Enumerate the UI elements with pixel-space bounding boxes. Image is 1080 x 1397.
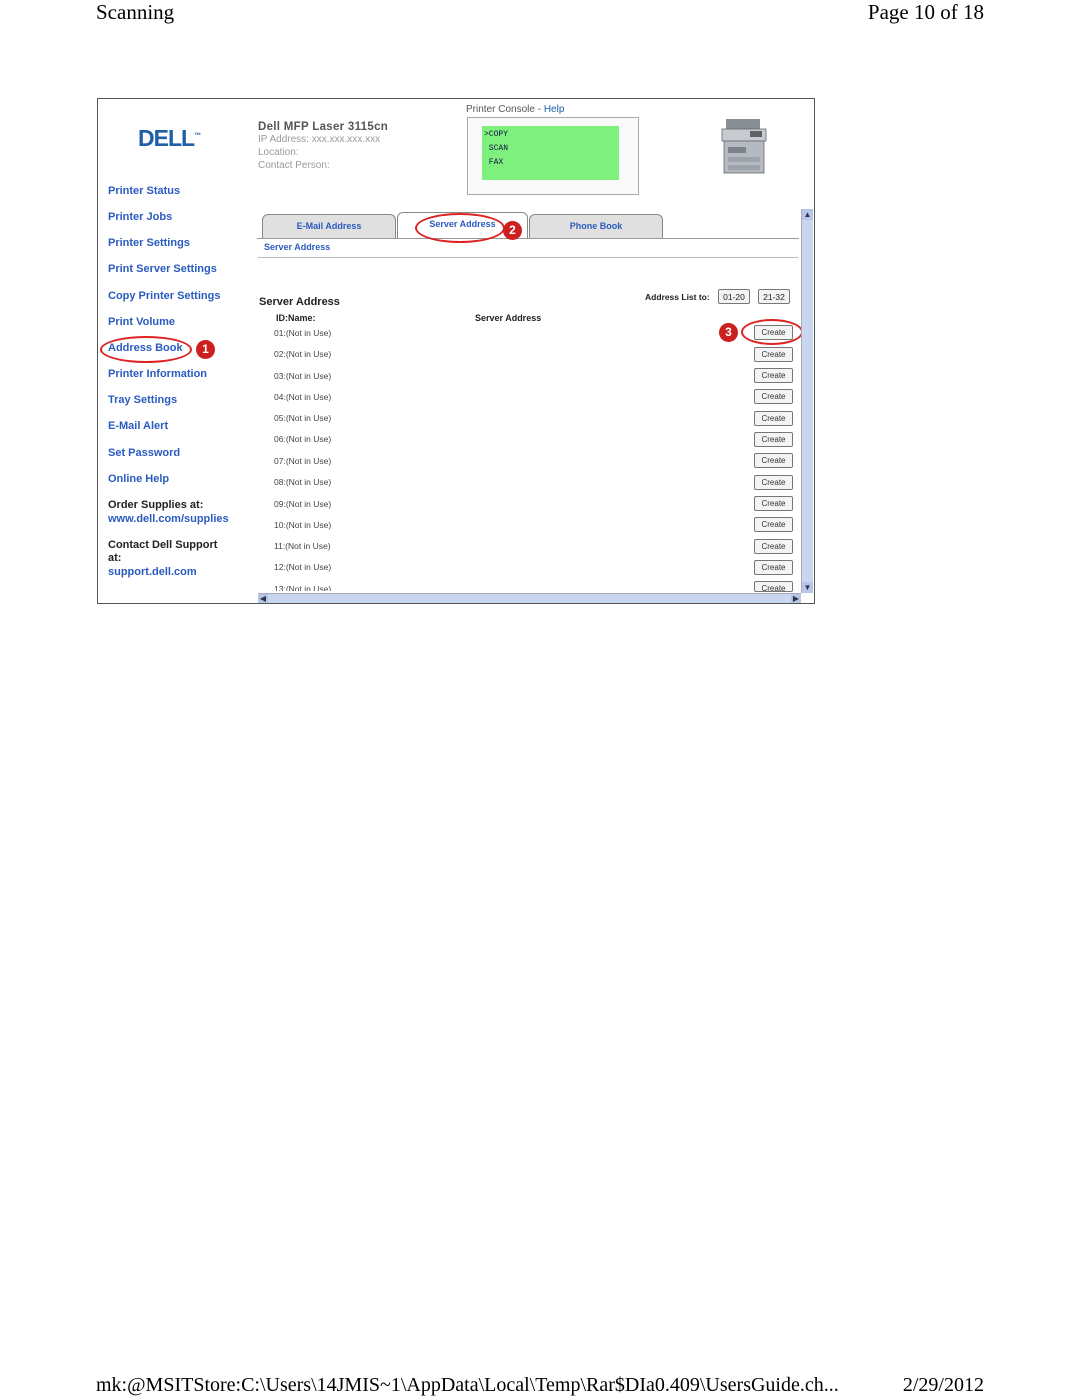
console-lcd: >COPY SCAN FAX [482,126,619,180]
tab-divider [257,238,799,239]
scroll-down-icon[interactable]: ▼ [802,582,813,593]
create-button[interactable]: Create [754,496,793,511]
help-link[interactable]: Help [544,104,565,115]
order-supplies-link[interactable]: www.dell.com/supplies [108,513,229,525]
printer-icon [721,119,767,174]
create-button[interactable]: Create [754,539,793,554]
device-ip: IP Address: xxx.xxx.xxx.xxx [258,134,381,145]
table-row-name: 07:(Not in Use) [274,456,332,466]
table-row-name: 10:(Not in Use) [274,520,332,530]
page-header-title: Scanning [96,0,175,24]
device-location: Location: [258,147,299,158]
dell-logo: DELL™ [138,125,201,151]
table-row-name: 08:(Not in Use) [274,477,332,487]
callout-badge-3: 3 [719,323,738,342]
tab-phone-book[interactable]: Phone Book [529,214,663,238]
table-row-name: 09:(Not in Use) [274,499,332,509]
callout-badge-1: 1 [196,340,215,359]
device-model: Dell MFP Laser 3115cn [258,121,389,133]
horizontal-scrollbar[interactable]: ◀ ▶ [258,593,801,603]
table-row-name: 03:(Not in Use) [274,371,332,381]
printer-console-label: Printer Console - Help [466,104,565,115]
vertical-scrollbar[interactable]: ▲ ▼ [801,209,813,593]
table-row-name: 06:(Not in Use) [274,434,332,444]
lcd-line: FAX [484,158,504,167]
range-01-20-button[interactable]: 01-20 [718,289,750,304]
lcd-line: SCAN [484,144,509,153]
callout-badge-2: 2 [503,221,522,240]
order-supplies-label: Order Supplies at: [108,499,204,511]
create-button[interactable]: Create [754,517,793,532]
printer-console: >COPY SCAN FAX [467,117,639,195]
nav-printer-settings[interactable]: Printer Settings [108,237,190,249]
nav-printer-jobs[interactable]: Printer Jobs [108,211,172,223]
create-button[interactable]: Create [754,389,793,404]
column-header-id-name: ID:Name: [276,313,316,323]
nav-email-alert[interactable]: E-Mail Alert [108,420,168,432]
device-info: Dell MFP Laser 3115cn IP Address: xxx.xx… [258,121,388,172]
scroll-up-icon[interactable]: ▲ [802,209,813,220]
column-header-server-address: Server Address [475,313,542,323]
section-title: Server Address [259,296,340,308]
table-row-name: 12:(Not in Use) [274,562,332,572]
nav-tray-settings[interactable]: Tray Settings [108,394,177,406]
table-row-name: 01:(Not in Use) [274,328,332,338]
page-number: Page 10 of 18 [867,0,984,24]
nav-printer-status[interactable]: Printer Status [108,185,180,197]
address-tabs: E-Mail Address Server Address Phone Book [257,210,799,240]
scroll-left-icon[interactable]: ◀ [258,594,268,603]
create-button[interactable]: Create [754,581,793,592]
printer-web-console-screenshot: DELL™ Dell MFP Laser 3115cn IP Address: … [97,98,815,604]
device-contact: Contact Person: [258,160,330,171]
nav-copy-printer-settings[interactable]: Copy Printer Settings [108,290,220,302]
tab-email-address[interactable]: E-Mail Address [262,214,396,238]
support-link[interactable]: support.dell.com [108,566,197,578]
nav-online-help[interactable]: Online Help [108,473,169,485]
table-row-name: 04:(Not in Use) [274,392,332,402]
nav-print-volume[interactable]: Print Volume [108,316,175,328]
callout-ellipse-1 [100,336,192,363]
create-button[interactable]: Create [754,432,793,447]
table-row-name: 13:(Not in Use) [274,584,332,591]
page-footer-path: mk:@MSITStore:C:\Users\14JMIS~1\AppData\… [96,1374,839,1396]
address-list-label: Address List to: [645,292,710,302]
table-row-name: 02:(Not in Use) [274,349,332,359]
page-footer-date: 2/29/2012 [902,1374,984,1396]
callout-ellipse-3 [741,319,803,345]
table-row-name: 05:(Not in Use) [274,413,332,423]
create-button[interactable]: Create [754,347,793,362]
nav-set-password[interactable]: Set Password [108,447,180,459]
create-button[interactable]: Create [754,453,793,468]
table-row-name: 11:(Not in Use) [274,541,331,551]
divider [258,257,798,258]
create-button[interactable]: Create [754,368,793,383]
lcd-line: >COPY [484,130,509,139]
range-21-32-button[interactable]: 21-32 [758,289,790,304]
nav-printer-information[interactable]: Printer Information [108,368,207,380]
contact-support-label: Contact Dell Support at: [108,539,218,564]
create-button[interactable]: Create [754,560,793,575]
nav-print-server-settings[interactable]: Print Server Settings [108,263,217,275]
server-address-sublink[interactable]: Server Address [264,242,330,252]
callout-ellipse-2 [415,213,505,243]
create-button[interactable]: Create [754,475,793,490]
create-button[interactable]: Create [754,411,793,426]
scroll-right-icon[interactable]: ▶ [791,594,801,603]
